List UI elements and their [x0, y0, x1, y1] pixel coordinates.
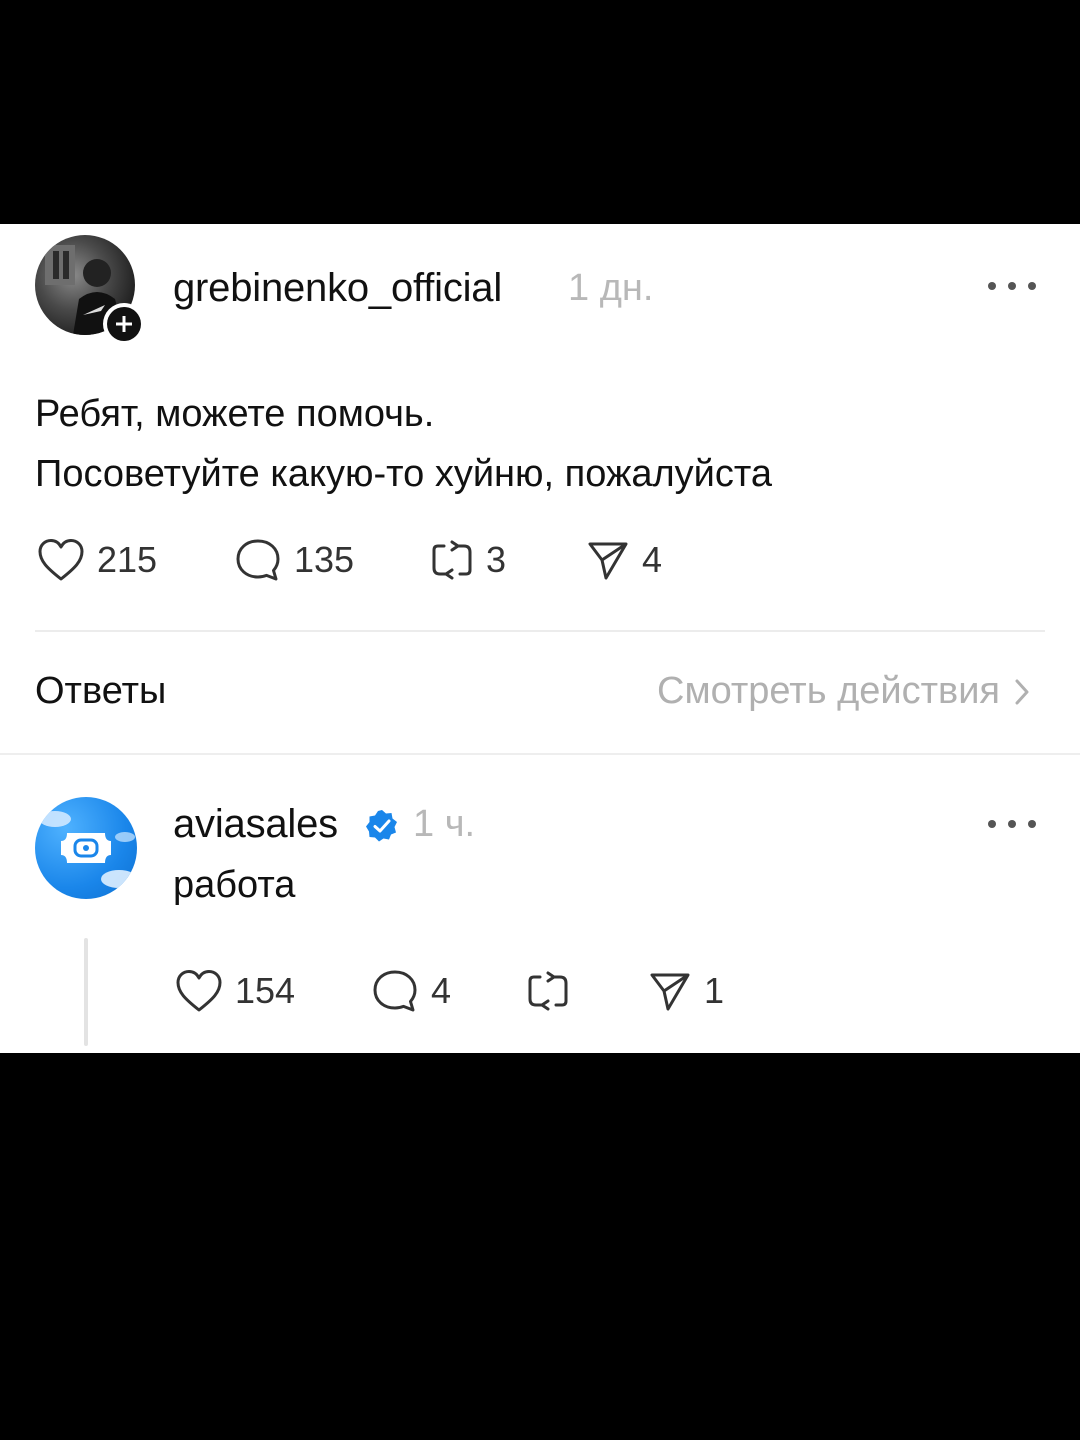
verified-check-icon [366, 810, 397, 842]
view-actions-link[interactable]: Смотреть действия [657, 670, 1030, 713]
comment-button[interactable]: 135 [234, 535, 354, 585]
plus-icon [116, 316, 132, 332]
ticket-logo-icon [39, 811, 137, 888]
like-count: 215 [97, 539, 158, 580]
view-actions-label: Смотреть действия [657, 670, 1000, 712]
dot [1028, 820, 1036, 828]
reply-like-count: 154 [235, 970, 296, 1011]
post-timestamp: 1 дн. [568, 267, 654, 309]
post-line-1: Ребят, можете помочь. [35, 393, 435, 435]
heart-icon [176, 970, 222, 1012]
send-icon [650, 973, 690, 1011]
reply-like-button[interactable]: 154 [175, 966, 295, 1016]
reply-author-avatar[interactable] [35, 797, 137, 899]
like-button[interactable]: 215 [37, 535, 157, 585]
post-author-name[interactable]: grebinenko_official [173, 266, 502, 311]
section-separator [0, 753, 1080, 755]
verified-badge [364, 808, 400, 849]
dot [988, 282, 996, 290]
screenshot-frame: grebinenko_official 1 дн. Ребят, можете … [0, 0, 1080, 1440]
reply-share-count: 1 [704, 970, 725, 1011]
dot [988, 820, 996, 828]
reply-comment-button[interactable]: 4 [371, 966, 451, 1016]
dot [1008, 282, 1016, 290]
dot [1028, 282, 1036, 290]
author-avatar[interactable] [35, 235, 145, 345]
repost-icon [528, 971, 568, 1011]
heart-icon [38, 539, 84, 581]
reply-share-button[interactable]: 1 [648, 966, 724, 1016]
thread-card: grebinenko_official 1 дн. Ребят, можете … [0, 224, 1080, 1053]
divider [35, 630, 1045, 632]
repost-count: 3 [486, 539, 507, 580]
comment-count: 135 [294, 539, 355, 580]
post-line-2: Посоветуйте какую-то хуйню, пожалуйста [35, 453, 773, 495]
post-body: Ребят, можете помочь. Посоветуйте какую-… [35, 384, 1045, 504]
comment-bubble-icon [236, 539, 280, 581]
send-icon [588, 542, 628, 580]
chevron-right-icon [1015, 679, 1029, 704]
dot [1008, 820, 1016, 828]
reply-timestamp: 1 ч. [413, 803, 476, 845]
repost-button[interactable]: 3 [430, 535, 506, 585]
repost-icon [432, 540, 472, 580]
reply-repost-button[interactable] [526, 966, 582, 1016]
reply-body: работа [173, 864, 296, 906]
share-count: 4 [642, 539, 663, 580]
follow-button[interactable] [103, 303, 145, 345]
post-more-button[interactable] [988, 276, 1036, 296]
reply-more-button[interactable] [988, 814, 1036, 834]
share-button[interactable]: 4 [586, 535, 662, 585]
thread-line [84, 938, 88, 1046]
comment-bubble-icon [373, 970, 417, 1012]
replies-heading: Ответы [35, 670, 167, 712]
reply-author-name[interactable]: aviasales [173, 802, 338, 847]
reply-comment-count: 4 [431, 970, 452, 1011]
